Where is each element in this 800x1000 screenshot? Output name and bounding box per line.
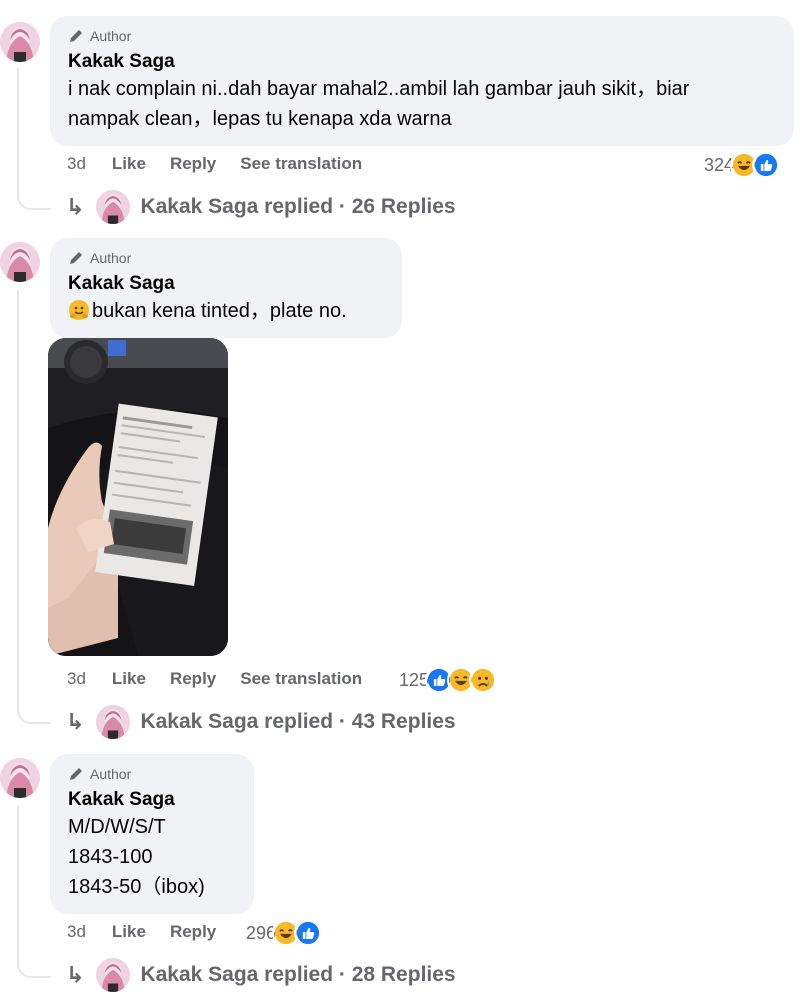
reaction-summary[interactable]: 324 (704, 151, 781, 179)
author-badge: Author (68, 26, 776, 46)
comment-photo[interactable] (48, 338, 228, 656)
timestamp[interactable]: 3d (67, 669, 86, 689)
comment-text: M/D/W/S/T 1843-100 1843-50（ibox) (68, 816, 205, 898)
view-replies[interactable]: ↳ Kakak Saga replied · 28 Replies (66, 958, 456, 992)
author-badge: Author (68, 248, 384, 268)
replies-text: Kakak Saga replied · 26 Replies (140, 195, 456, 218)
view-replies[interactable]: ↳ Kakak Saga replied · 26 Replies (66, 190, 456, 224)
avatar[interactable] (0, 758, 40, 798)
hugging-face-icon (68, 299, 90, 330)
pen-icon (70, 30, 82, 42)
see-translation-button[interactable]: See translation (240, 154, 362, 174)
thread-curve (17, 184, 51, 210)
comment-bubble: Author Kakak Saga bukan kena tinted，plat… (50, 238, 402, 338)
reply-arrow-icon: ↳ (66, 194, 85, 219)
timestamp[interactable]: 3d (67, 922, 86, 942)
author-name[interactable]: Kakak Saga (68, 788, 236, 812)
like-button[interactable]: Like (112, 154, 146, 174)
avatar (96, 705, 131, 739)
reply-button[interactable]: Reply (170, 922, 216, 942)
thread-curve (17, 698, 51, 724)
avatar (96, 958, 131, 992)
reply-button[interactable]: Reply (170, 669, 216, 689)
like-icon (294, 919, 323, 947)
timestamp[interactable]: 3d (67, 154, 86, 174)
like-button[interactable]: Like (112, 669, 146, 689)
pen-icon (70, 252, 82, 264)
replies-text: Kakak Saga replied · 43 Replies (140, 710, 456, 733)
comment-text: i nak complain ni..dah bayar mahal2..amb… (68, 78, 690, 130)
author-name[interactable]: Kakak Saga (68, 50, 776, 74)
comment-actions: 3d Like Reply (67, 922, 240, 942)
sad-icon (469, 666, 498, 694)
author-name[interactable]: Kakak Saga (68, 272, 384, 296)
thread-line (17, 806, 19, 956)
reply-arrow-icon: ↳ (66, 962, 85, 987)
see-translation-button[interactable]: See translation (240, 669, 362, 689)
comment-text: bukan kena tinted，plate no. (68, 296, 384, 330)
thread-curve (17, 952, 51, 978)
comment-actions: 3d Like Reply See translation (67, 154, 386, 174)
reply-arrow-icon: ↳ (66, 709, 85, 734)
comment-actions: 3d Like Reply See translation (67, 669, 386, 689)
author-badge: Author (68, 764, 236, 784)
like-button[interactable]: Like (112, 922, 146, 942)
thread-line (17, 290, 19, 702)
comment-bubble: Author Kakak Saga i nak complain ni..dah… (50, 16, 794, 146)
reaction-summary[interactable]: 125 (399, 666, 498, 694)
comment-bubble: Author Kakak Saga M/D/W/S/T 1843-100 184… (50, 754, 254, 914)
replies-text: Kakak Saga replied · 28 Replies (140, 963, 456, 986)
avatar[interactable] (0, 242, 40, 282)
pen-icon (70, 768, 82, 780)
view-replies[interactable]: ↳ Kakak Saga replied · 43 Replies (66, 705, 456, 739)
avatar[interactable] (0, 22, 40, 62)
thread-line (17, 68, 19, 190)
reply-button[interactable]: Reply (170, 154, 216, 174)
reaction-summary[interactable]: 296 (246, 919, 323, 947)
like-icon (752, 151, 781, 179)
avatar (96, 190, 131, 224)
